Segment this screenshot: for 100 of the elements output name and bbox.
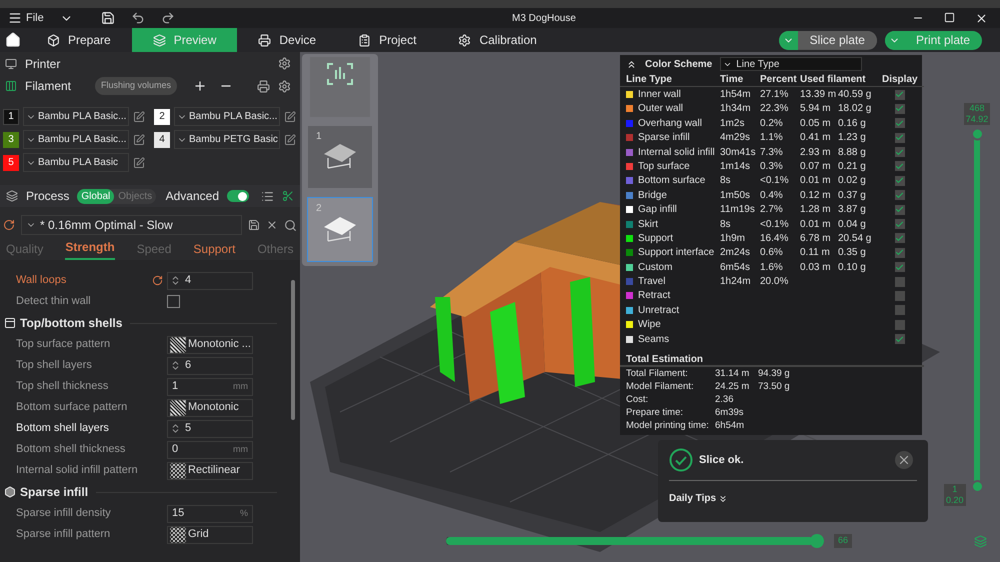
edit-icon[interactable] bbox=[133, 134, 145, 146]
search-icon[interactable] bbox=[284, 218, 297, 232]
slider-thumb[interactable] bbox=[970, 128, 984, 140]
filament-dropdown[interactable]: Bambu PLA Basic... bbox=[23, 130, 129, 149]
filament-dropdown[interactable]: Bambu PLA Basic bbox=[23, 153, 129, 172]
filament-dropdown[interactable]: Bambu PETG Basic bbox=[174, 130, 280, 149]
display-checkbox[interactable] bbox=[894, 104, 905, 114]
line-type-name: Overhang wall bbox=[638, 116, 702, 131]
table-cell-text: 0.3% bbox=[760, 160, 784, 174]
line-type-name: Travel bbox=[638, 275, 666, 290]
line-type-name: Retract bbox=[638, 289, 670, 304]
total-value: 6m39s bbox=[715, 406, 745, 420]
flushing-volumes-button[interactable]: Flushing volumes bbox=[94, 77, 177, 95]
slice-action-button[interactable]: Slice plate bbox=[778, 30, 877, 50]
total-value: 31.14 m bbox=[715, 367, 750, 382]
display-checkbox[interactable] bbox=[894, 276, 905, 287]
total-label: Prepare time: bbox=[626, 406, 684, 420]
number-field[interactable]: 15 % bbox=[167, 504, 253, 522]
number-field[interactable]: 0 mm bbox=[167, 440, 253, 458]
display-checkbox[interactable] bbox=[894, 248, 905, 258]
preset-dropdown[interactable]: * 0.16mm Optimal - Slow bbox=[20, 215, 242, 235]
edit-icon[interactable] bbox=[284, 134, 296, 146]
collapse-icon[interactable] bbox=[626, 58, 637, 70]
pattern-dropdown[interactable]: Grid bbox=[167, 526, 253, 544]
close-icon[interactable] bbox=[975, 12, 988, 24]
display-checkbox[interactable] bbox=[894, 147, 905, 158]
spinner-icon[interactable] bbox=[170, 360, 181, 371]
plate-overview[interactable] bbox=[310, 57, 370, 117]
number-field[interactable]: 1 mm bbox=[167, 378, 253, 396]
list-icon[interactable] bbox=[261, 190, 274, 202]
nav-tab[interactable]: Device bbox=[237, 28, 338, 52]
line-type-name: Unretract bbox=[638, 304, 680, 318]
redo-icon[interactable] bbox=[160, 11, 175, 25]
expand-icon bbox=[718, 494, 728, 504]
display-checkbox[interactable] bbox=[894, 176, 905, 186]
table-cell-text: 20.54 g bbox=[838, 232, 872, 246]
table-cell-text: 1.1% bbox=[760, 131, 784, 146]
scrollbar[interactable] bbox=[291, 280, 295, 420]
scheme-dropdown[interactable]: Line Type bbox=[720, 57, 862, 71]
edit-icon[interactable] bbox=[133, 156, 145, 168]
pattern-icon bbox=[170, 462, 186, 478]
table-cell-text: 0.4% bbox=[760, 188, 784, 203]
shells-icon bbox=[4, 317, 16, 329]
display-checkbox[interactable] bbox=[894, 290, 905, 301]
display-checkbox[interactable] bbox=[894, 305, 905, 316]
display-checkbox[interactable] bbox=[894, 90, 905, 100]
display-checkbox[interactable] bbox=[894, 161, 905, 172]
file-menu[interactable]: File bbox=[8, 10, 44, 26]
slider-thumb[interactable] bbox=[970, 480, 984, 493]
table-cell-text: 0.11 m bbox=[800, 246, 831, 260]
table-cell-text: 16.4% bbox=[760, 232, 790, 246]
advanced-toggle[interactable] bbox=[227, 190, 249, 202]
nav-tab[interactable]: Project bbox=[337, 28, 438, 52]
display-checkbox[interactable] bbox=[894, 334, 905, 344]
display-checkbox[interactable] bbox=[894, 132, 905, 143]
edit-icon[interactable] bbox=[133, 110, 145, 122]
display-checkbox[interactable] bbox=[894, 204, 905, 215]
display-checkbox[interactable] bbox=[894, 320, 905, 330]
table-cell-text: 27.1% bbox=[760, 88, 790, 102]
daily-tips-toggle[interactable]: Daily Tips bbox=[669, 491, 728, 506]
settings-tab[interactable]: Support bbox=[193, 240, 236, 260]
move-slider[interactable] bbox=[446, 534, 824, 548]
display-checkbox[interactable] bbox=[894, 190, 905, 200]
add-icon[interactable] bbox=[193, 79, 207, 93]
edit-icon[interactable] bbox=[284, 110, 296, 122]
settings-icon[interactable] bbox=[278, 80, 291, 92]
reset-icon[interactable] bbox=[3, 219, 15, 231]
close-button[interactable] bbox=[895, 451, 913, 469]
display-checkbox[interactable] bbox=[894, 118, 905, 128]
pattern-dropdown[interactable]: Monotonic ... bbox=[167, 336, 253, 354]
display-checkbox[interactable] bbox=[894, 219, 905, 230]
settings-icon[interactable] bbox=[278, 57, 291, 70]
nav-tab[interactable]: Calibration bbox=[437, 28, 558, 52]
close-icon[interactable] bbox=[266, 219, 278, 231]
number-field[interactable]: 4 bbox=[167, 272, 253, 290]
maximize-icon[interactable] bbox=[944, 12, 955, 22]
display-checkbox[interactable] bbox=[894, 262, 905, 272]
window-title: M3 DogHouse bbox=[512, 12, 576, 26]
number-field[interactable]: 5 bbox=[167, 420, 253, 438]
spinner-icon[interactable] bbox=[170, 423, 181, 434]
scissors-icon[interactable] bbox=[282, 190, 294, 202]
plate-thumbnail[interactable]: 1 bbox=[308, 126, 372, 188]
nav-tab[interactable]: Prepare bbox=[26, 28, 132, 52]
filament-dropdown[interactable]: Bambu PLA Basic... bbox=[174, 107, 280, 126]
pattern-dropdown[interactable]: Monotonic bbox=[167, 398, 253, 416]
total-title: Total Estimation bbox=[626, 352, 704, 367]
layer-label: 468 74.92 bbox=[964, 103, 990, 125]
table-cell-text: 5.94 m bbox=[800, 102, 832, 116]
table-cell-text: 30m41s bbox=[720, 146, 757, 160]
checkbox[interactable] bbox=[167, 295, 180, 308]
reset-icon[interactable] bbox=[152, 275, 163, 286]
filament-dropdown[interactable]: Bambu PLA Basic... bbox=[23, 107, 129, 126]
save-icon[interactable] bbox=[248, 219, 260, 231]
home-icon[interactable] bbox=[5, 32, 21, 48]
display-checkbox[interactable] bbox=[894, 233, 905, 244]
spinner-icon[interactable] bbox=[170, 275, 181, 286]
undo-icon[interactable] bbox=[130, 11, 145, 25]
number-field[interactable]: 6 bbox=[167, 356, 253, 374]
pattern-dropdown[interactable]: Rectilinear bbox=[167, 462, 253, 480]
total-value: 6h54m bbox=[715, 419, 746, 434]
